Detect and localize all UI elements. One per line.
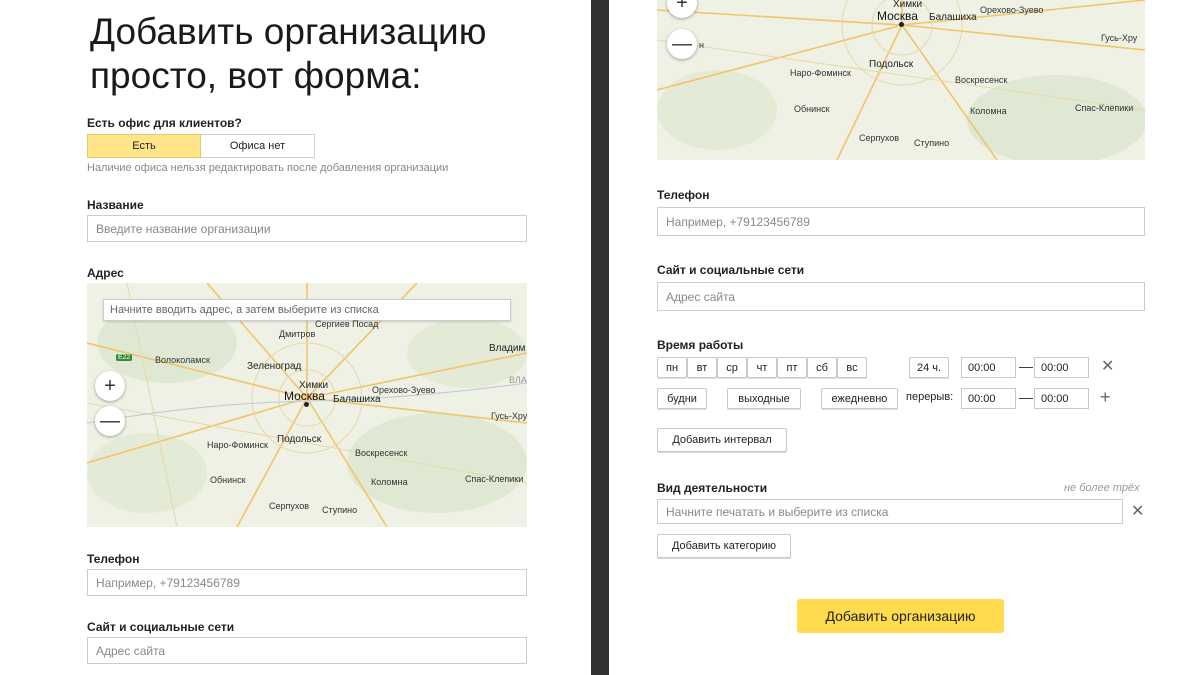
site-input-2[interactable]: Адрес сайта [657,282,1145,311]
phone-label: Телефон [87,552,140,566]
add-category-button[interactable]: Добавить категорию [657,534,791,558]
map-label-orekhovo-zuevo: Орехово-Зуево [372,385,436,395]
map-label-voskresensk-2: Воскресенск [955,75,1008,85]
map-label-obninsk: Обнинск [210,475,246,485]
map-label-obninsk-2: Обнинск [794,104,830,114]
office-note: Наличие офиса нельзя редактировать после… [87,162,449,174]
address-map[interactable]: Начните вводить адрес, а затем выберите … [87,283,527,527]
site-input[interactable]: Адрес сайта [87,637,527,664]
day-sat[interactable]: сб [807,357,837,378]
map-label-orekhovo-zuevo-2: Орехово-Зуево [980,5,1044,15]
submit-button[interactable]: Добавить организацию [797,599,1004,633]
day-wed[interactable]: ср [717,357,747,378]
map-label-podolsk: Подольск [277,434,322,445]
address-map-continued[interactable]: Химки Москва Балашиха Орехово-Зуево Гусь… [657,0,1145,160]
map-label-stupino: Ступино [322,505,358,515]
day-tue[interactable]: вт [687,357,717,378]
preset-daily[interactable]: ежедневно [821,388,898,409]
day-sun[interactable]: вс [837,357,867,378]
map-label-moskva: Москва [284,389,325,403]
full-day-button[interactable]: 24 ч. [909,357,949,378]
map-label-zelenograd: Зеленоград [247,361,302,372]
map-label-naro-fominsk: Наро-Фоминск [207,440,268,450]
map-label-volokolamsk: Волоколамск [155,355,210,365]
site-label-2: Сайт и социальные сети [657,263,805,277]
map-label-balashikha-2: Балашиха [929,12,977,23]
zoom-out-button[interactable]: — [95,406,125,436]
hours-to-input[interactable]: 00:00 [1034,357,1089,378]
map-label-gus-khr-2: Гусь-Хру [1101,33,1138,43]
activity-limit-note: не более трёх [1064,482,1140,494]
activity-input[interactable]: Начните печатать и выберите из списка [657,499,1123,524]
page-title: Добавить организацию просто, вот форма: [90,11,487,96]
road-badge-e22: E22 [116,354,133,361]
zoom-in-button[interactable]: + [95,371,125,401]
zoom-out-button-2[interactable]: — [667,29,697,59]
map-label-vla: ВЛА [509,375,527,385]
office-yes-button[interactable]: Есть [87,134,201,158]
map-label-moskva-2: Москва [877,9,918,23]
map-address-search[interactable]: Начните вводить адрес, а затем выберите … [103,299,511,321]
hours-dash: — [1019,358,1033,374]
map-label-balashikha: Балашиха [333,394,381,405]
map-label-gus-khr: Гусь-Хру [491,411,527,421]
map-label-serpukhov: Серпухов [269,501,310,511]
map-label-vladimir: Владим [489,343,526,354]
day-fri[interactable]: пт [777,357,807,378]
preset-weekends[interactable]: выходные [727,388,801,409]
break-label: перерыв: [906,391,954,403]
break-dash: — [1019,389,1033,405]
close-icon[interactable]: ✕ [1101,359,1114,375]
day-mon[interactable]: пн [657,357,687,378]
office-no-button[interactable]: Офиса нет [201,134,315,158]
activity-close-icon[interactable]: ✕ [1131,504,1144,520]
hours-from-input[interactable]: 00:00 [961,357,1016,378]
map-label-spas-klepiki-2: Спас-Клепики [1075,103,1134,113]
map-label-stupino-2: Ступино [914,138,950,148]
map-label-spas-klepiki: Спас-Клепики [465,474,524,484]
preset-weekdays[interactable]: будни [657,388,707,409]
office-question-label: Есть офис для клиентов? [87,116,242,130]
left-pane: Добавить организацию просто, вот форма: … [0,0,591,675]
hours-label: Время работы [657,338,744,352]
name-label: Название [87,198,144,212]
map-label-naro-fominsk-2: Наро-Фоминск [790,68,851,78]
map-label-serpukhov-2: Серпухов [859,133,900,143]
day-thu[interactable]: чт [747,357,777,378]
map-label-kolomna: Коломна [371,477,408,487]
phone-input[interactable]: Например, +79123456789 [87,569,527,596]
address-label: Адрес [87,266,124,280]
site-label: Сайт и социальные сети [87,620,235,634]
map-label-voskresensk: Воскресенск [355,448,408,458]
phone-input-2[interactable]: Например, +79123456789 [657,207,1145,236]
right-pane: Химки Москва Балашиха Орехово-Зуево Гусь… [609,0,1200,675]
name-input[interactable]: Введите название организации [87,215,527,242]
map-label-n: н [699,40,704,50]
phone-label-2: Телефон [657,188,710,202]
map-label-podolsk-2: Подольск [869,59,914,70]
map-label-sergiev-posad: Сергиев Посад [315,319,379,329]
map-label-dmitrov: Дмитров [279,329,316,339]
plus-icon[interactable]: + [1100,388,1111,406]
pane-divider [591,0,609,675]
activity-label: Вид деятельности [657,481,768,495]
add-interval-button[interactable]: Добавить интервал [657,428,787,452]
break-to-input[interactable]: 00:00 [1034,388,1089,409]
break-from-input[interactable]: 00:00 [961,388,1016,409]
office-toggle: Есть Офиса нет [87,134,315,158]
map-label-kolomna-2: Коломна [970,106,1007,116]
